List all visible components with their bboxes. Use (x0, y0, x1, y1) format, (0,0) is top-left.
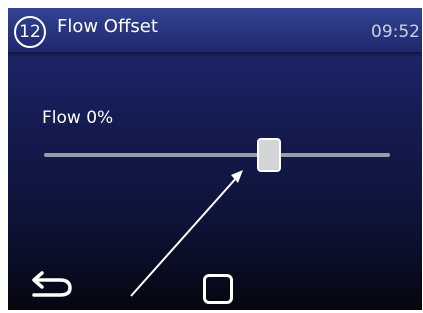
step-number-badge: 12 (14, 16, 46, 48)
device-screen: 12 Flow Offset 09:52 Flow 0% (8, 8, 422, 310)
slider-thumb[interactable] (257, 138, 281, 172)
back-arrow-icon (32, 271, 72, 297)
page-title: Flow Offset (57, 16, 158, 37)
header-bar: 12 Flow Offset 09:52 (8, 8, 422, 52)
clock-time: 09:52 (371, 22, 420, 42)
slider-track[interactable] (44, 153, 390, 157)
flow-label: Flow 0% (42, 108, 114, 128)
back-button[interactable] (30, 266, 76, 300)
home-button[interactable] (203, 274, 233, 304)
